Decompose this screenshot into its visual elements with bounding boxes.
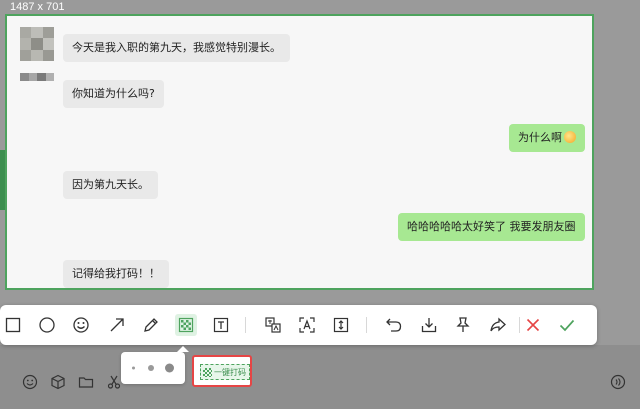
- ellipse-tool[interactable]: [36, 314, 58, 336]
- scroll-capture-icon: [333, 317, 349, 333]
- message-bubble-incoming: 你知道为什么吗?: [63, 80, 164, 108]
- mosaic-avatar: [20, 27, 54, 61]
- text-tool[interactable]: [210, 314, 232, 336]
- mosaic-avatar: [20, 73, 54, 81]
- rectangle-tool[interactable]: [2, 314, 24, 336]
- undo-button[interactable]: [383, 314, 405, 336]
- ocr-tool[interactable]: [296, 314, 318, 336]
- screenshot-toolbar: [0, 305, 597, 345]
- message-bubble-outgoing: 为什么啊: [509, 124, 585, 152]
- check-icon: [559, 319, 575, 332]
- toolbar-separator: [366, 317, 367, 333]
- message-bubble-incoming: 记得给我打码！！: [63, 260, 169, 288]
- mosaic-icon: [178, 317, 194, 333]
- emoji-icon: [564, 131, 576, 143]
- brush-size-medium[interactable]: [148, 365, 154, 371]
- mosaic-tool[interactable]: [175, 314, 197, 336]
- pencil-icon: [144, 318, 158, 332]
- one-key-mosaic-label: 一键打码: [214, 367, 246, 377]
- screen-size-label: 1487 x 701: [10, 1, 65, 13]
- message-bubble-outgoing: 哈哈哈哈哈太好笑了 我要发朋友圈: [398, 213, 585, 241]
- save-button[interactable]: [418, 314, 440, 336]
- capture-region[interactable]: 今天是我入职的第九天，我感觉特别漫长。 你知道为什么吗? 为什么啊 因为第九天长…: [5, 14, 594, 290]
- long-screenshot-tool[interactable]: [330, 314, 352, 336]
- share-button[interactable]: [487, 314, 509, 336]
- ocr-icon: [299, 317, 315, 333]
- text-icon: [213, 317, 229, 333]
- pen-tool[interactable]: [140, 314, 162, 336]
- emoji-tool[interactable]: [70, 314, 92, 336]
- emoji-icon[interactable]: [21, 373, 39, 391]
- undo-icon: [386, 318, 402, 332]
- box-icon[interactable]: [49, 373, 67, 391]
- close-icon: [526, 318, 540, 332]
- message-bubble-incoming: 因为第九天长。: [63, 171, 158, 199]
- translate-tool[interactable]: [262, 314, 284, 336]
- translate-icon: [265, 317, 281, 333]
- message-bubble-incoming: 今天是我入职的第九天，我感觉特别漫长。: [63, 34, 290, 62]
- mosaic-icon: [203, 367, 212, 377]
- brush-size-large[interactable]: [165, 363, 174, 373]
- brush-size-small[interactable]: [132, 366, 135, 370]
- toolbar-separator: [245, 317, 246, 333]
- share-icon: [490, 317, 506, 332]
- circle-icon: [39, 317, 55, 333]
- done-button[interactable]: [556, 314, 578, 336]
- cancel-button[interactable]: [522, 314, 544, 336]
- voice-icon[interactable]: [609, 373, 627, 391]
- folder-icon[interactable]: [77, 373, 95, 391]
- mosaic-size-panel: [121, 346, 189, 384]
- chat-input-area[interactable]: [0, 345, 640, 409]
- pin-button[interactable]: [452, 314, 474, 336]
- smiley-icon: [73, 317, 89, 333]
- one-key-mosaic-button[interactable]: 一键打码: [192, 355, 252, 387]
- rectangle-icon: [5, 317, 21, 333]
- arrow-icon: [110, 318, 124, 332]
- toolbar-separator: [519, 317, 520, 333]
- download-icon: [421, 318, 437, 333]
- arrow-tool[interactable]: [106, 314, 128, 336]
- pin-icon: [456, 317, 470, 332]
